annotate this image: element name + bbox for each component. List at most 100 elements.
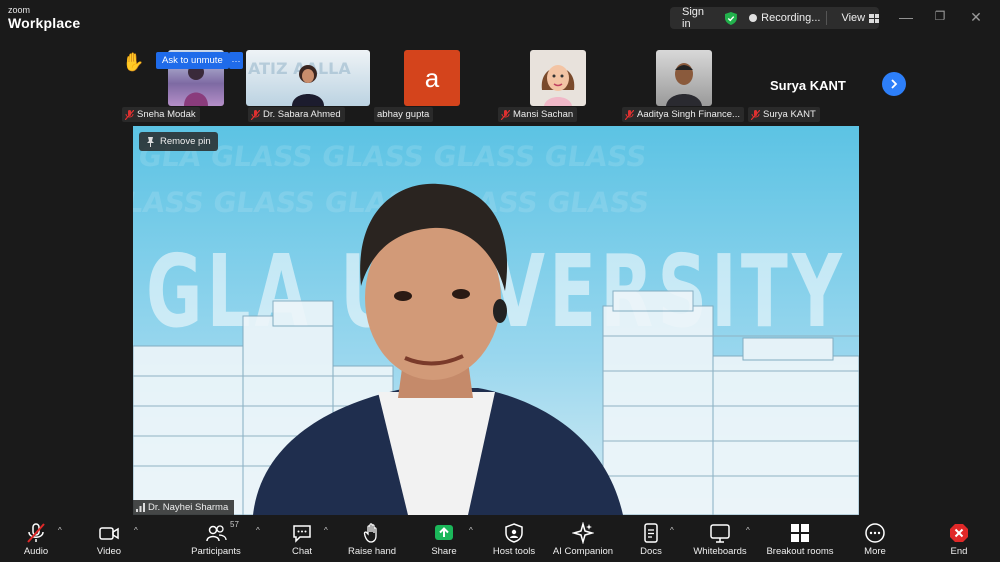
more-options-icon xyxy=(865,523,885,543)
participant-video xyxy=(530,50,586,106)
share-screen-icon xyxy=(435,525,453,540)
participants-count: 57 xyxy=(230,520,239,529)
participant-avatar: a xyxy=(404,50,460,106)
participants-options-icon[interactable]: ^ xyxy=(256,526,260,535)
chevron-right-icon xyxy=(891,79,898,89)
docs-label: Docs xyxy=(640,546,662,557)
chat-button[interactable]: Chat xyxy=(284,522,320,557)
brand-name: Workplace xyxy=(8,15,81,31)
video-button[interactable]: Video xyxy=(89,522,129,557)
chat-options-icon[interactable]: ^ xyxy=(324,526,328,535)
raise-hand-icon xyxy=(363,523,377,543)
audio-label: Audio xyxy=(23,546,49,557)
audio-options-icon[interactable]: ^ xyxy=(58,526,62,535)
chat-icon xyxy=(293,525,311,543)
mic-muted-icon xyxy=(501,109,510,120)
more-button[interactable]: More xyxy=(858,522,892,557)
ai-sparkle-icon xyxy=(572,522,594,544)
video-label: Video xyxy=(96,546,122,557)
participant-tile[interactable]: Aaditya Singh Finance... xyxy=(622,48,746,122)
chat-label: Chat xyxy=(291,546,313,557)
more-label: More xyxy=(864,546,886,557)
participant-display-name: Surya KANT xyxy=(770,78,846,93)
participant-name: Mansi Sachan xyxy=(513,109,574,120)
meeting-toolbar: Audio ^ Video ^ Participants 57 ^ Chat ^… xyxy=(0,518,1000,562)
participant-name: Sneha Modak xyxy=(137,109,196,120)
whiteboards-button[interactable]: Whiteboards xyxy=(690,522,750,557)
divider xyxy=(826,11,828,25)
signal-bars-icon xyxy=(136,503,145,512)
participant-name-tag: abhay gupta xyxy=(374,107,434,122)
participant-name: Surya KANT xyxy=(763,109,816,120)
pinned-video[interactable]: GLA GLASS GLASS GLASS GLASS GLASS GLASS … xyxy=(133,126,859,515)
participant-name-tag: Mansi Sachan xyxy=(498,107,578,122)
remove-pin-button[interactable]: Remove pin xyxy=(139,132,218,151)
title-bar: zoom Workplace Sign in Recording... View… xyxy=(0,0,1000,38)
docs-button[interactable]: Docs xyxy=(636,522,666,557)
raise-hand-label: Raise hand xyxy=(347,546,397,557)
sign-in-link[interactable]: Sign in xyxy=(670,6,719,30)
share-label: Share xyxy=(431,546,457,557)
participant-name-tag: Aaditya Singh Finance... xyxy=(622,107,744,122)
raised-hand-icon: ✋ xyxy=(122,52,145,72)
participant-video xyxy=(656,50,712,106)
video-options-icon[interactable]: ^ xyxy=(134,526,138,535)
participant-strip: ✋ Sneha Modak Ask to unmute ··· ATIZ AAL… xyxy=(118,46,910,122)
participants-label: Participants xyxy=(191,546,241,557)
speaker-name: Dr. Nayhei Sharma xyxy=(148,502,229,513)
virtual-background: GLA GLASS GLASS GLASS GLASS GLASS GLASS … xyxy=(133,126,859,515)
whiteboard-icon xyxy=(710,524,730,543)
participant-name-tag: Dr. Sabara Ahmed xyxy=(248,107,345,122)
mic-muted-icon xyxy=(625,109,634,120)
host-tools-button[interactable]: Host tools xyxy=(488,522,540,557)
host-tools-icon xyxy=(505,523,523,543)
mic-muted-icon xyxy=(751,109,760,120)
breakout-rooms-label: Breakout rooms xyxy=(766,546,834,557)
breakout-rooms-button[interactable]: Breakout rooms xyxy=(764,522,836,557)
ai-companion-label: AI Companion xyxy=(552,546,614,557)
view-button[interactable]: View xyxy=(841,12,865,24)
host-tools-label: Host tools xyxy=(492,546,536,557)
docs-icon xyxy=(644,523,658,543)
participant-name: Dr. Sabara Ahmed xyxy=(263,109,341,120)
ask-to-unmute-button[interactable]: Ask to unmute xyxy=(156,52,229,69)
tile-more-button[interactable]: ··· xyxy=(229,52,243,69)
breakout-rooms-icon xyxy=(791,524,809,542)
participant-tile[interactable]: Mansi Sachan xyxy=(498,48,588,122)
share-button[interactable]: Share xyxy=(426,522,462,557)
close-icon[interactable]: ✕ xyxy=(966,9,986,26)
end-meeting-button[interactable]: End xyxy=(944,522,974,557)
end-call-icon xyxy=(950,524,968,542)
app-logo: zoom Workplace xyxy=(8,5,81,31)
whiteboards-options-icon[interactable]: ^ xyxy=(746,526,750,535)
participant-name-tag: Sneha Modak xyxy=(122,107,200,122)
share-options-icon[interactable]: ^ xyxy=(469,526,473,535)
end-label: End xyxy=(950,546,968,557)
participant-name-tag: Surya KANT xyxy=(748,107,820,122)
raise-hand-button[interactable]: Raise hand xyxy=(344,522,400,557)
shield-icon[interactable] xyxy=(725,11,738,25)
grid-view-icon[interactable] xyxy=(869,13,879,23)
next-page-button[interactable] xyxy=(882,72,906,96)
participant-name: Aaditya Singh Finance... xyxy=(637,109,740,120)
participant-video: ATIZ AALLA xyxy=(246,50,370,106)
participants-icon xyxy=(206,525,227,542)
recording-icon xyxy=(749,14,758,22)
ai-companion-button[interactable]: AI Companion xyxy=(550,522,616,557)
brand-small: zoom xyxy=(8,5,31,15)
maximize-icon[interactable]: ❐ xyxy=(930,9,950,23)
docs-options-icon[interactable]: ^ xyxy=(670,526,674,535)
recording-status[interactable]: Recording... xyxy=(761,12,820,24)
mic-muted-icon xyxy=(251,109,260,120)
whiteboards-label: Whiteboards xyxy=(693,546,747,557)
pin-icon xyxy=(147,136,154,147)
status-bar: Sign in Recording... View xyxy=(670,6,879,30)
minimize-icon[interactable]: — xyxy=(896,9,916,25)
audio-button[interactable]: Audio xyxy=(16,522,56,557)
mic-muted-icon xyxy=(125,109,134,120)
participant-tile[interactable]: a abhay gupta xyxy=(374,48,460,122)
participant-tile[interactable]: ATIZ AALLA Dr. Sabara Ahmed xyxy=(246,48,370,122)
speaker-name-tag: Dr. Nayhei Sharma xyxy=(133,500,235,515)
mic-muted-icon xyxy=(27,523,45,543)
remove-pin-label: Remove pin xyxy=(160,136,211,147)
